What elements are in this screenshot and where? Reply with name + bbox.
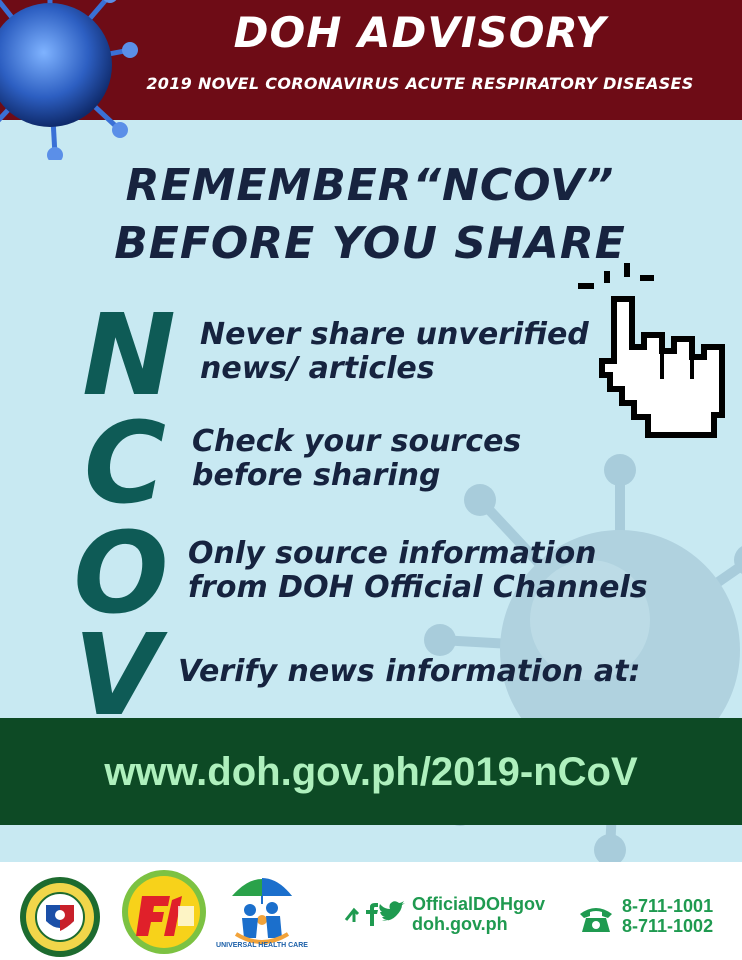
phone-number-1[interactable]: 8-711-1001: [622, 896, 713, 916]
facebook-icon: [366, 903, 378, 926]
letter-v: V: [73, 611, 161, 741]
social-icons: [344, 901, 405, 926]
doh-seal-logo: [20, 877, 100, 957]
tip-n-line-1: Never share unverified: [200, 317, 589, 352]
f1-plus-logo: [122, 870, 206, 954]
tip-o: Only source information from DOH Officia…: [188, 537, 648, 605]
header-subtitle: 2019 NOVEL CORONAVIRUS ACUTE RESPIRATORY…: [146, 74, 694, 93]
tip-o-line-1: Only source information: [188, 536, 597, 571]
tip-c-line-2: before sharing: [192, 458, 441, 493]
advisory-poster: DOH ADVISORY 2019 NOVEL CORONAVIRUS ACUT…: [0, 0, 742, 960]
tip-v-line-1: Verify news information at:: [178, 654, 641, 689]
header-title: DOH ADVISORY: [233, 8, 607, 57]
doh-url-link[interactable]: www.doh.gov.ph/2019-nCoV: [0, 750, 742, 795]
twitter-icon: [379, 901, 405, 921]
tip-n-line-2: news/ articles: [200, 351, 435, 386]
headline-line-1: REMEMBER“NCOV”: [125, 160, 615, 211]
phone-icon: [580, 908, 612, 932]
letter-n: N: [82, 291, 176, 421]
tip-c-line-1: Check your sources: [192, 424, 522, 459]
tip-c: Check your sources before sharing: [192, 425, 521, 493]
tip-n: Never share unverified news/ articles: [200, 318, 589, 386]
pointer-hand-icon: [578, 263, 725, 438]
phone-number-2[interactable]: 8-711-1002: [622, 916, 713, 936]
tip-v: Verify news information at:: [178, 655, 640, 689]
social-handle[interactable]: OfficialDOHgov: [412, 894, 545, 914]
letter-c: C: [83, 399, 167, 529]
tip-o-line-2: from DOH Official Channels: [188, 570, 648, 605]
uhc-label: UNIVERSAL HEALTH CARE: [216, 942, 308, 949]
website-link[interactable]: doh.gov.ph: [412, 914, 508, 934]
